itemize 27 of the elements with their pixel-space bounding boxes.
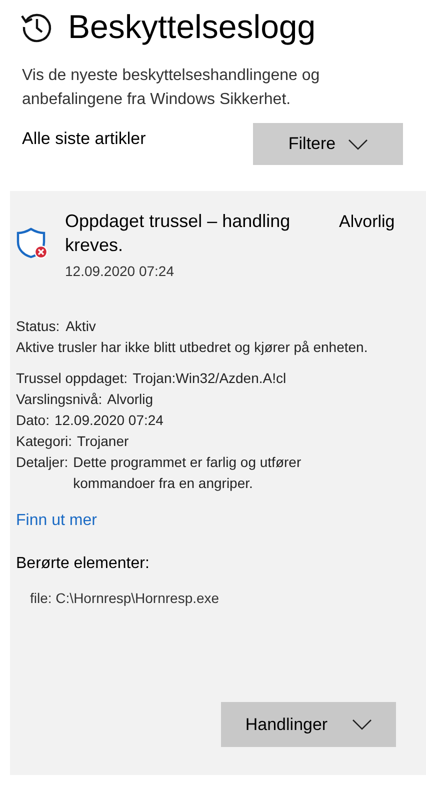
status-note: Aktive trusler har ikke blitt utbedret og kjører på enheten. [16,338,369,357]
page-description: Vis de nyeste beskyttelseshandlingene og anbefalingene fra Windows Sikkerhet. [22,66,321,110]
field-label: Varslingsnivå: [16,390,102,409]
shield-error-icon [16,227,48,259]
field-label: Dato: [16,411,50,430]
field-value: Dette programmet er farlig og utfører kommandoer fra en angriper. [73,453,302,493]
field-label: Detaljer: [16,453,68,472]
field-label: Kategori: [16,432,72,451]
filter-label: Alle siste artikler [22,128,147,150]
status-label: Status: [16,317,60,336]
chevron-down-icon [348,138,368,150]
field-value: Alvorlig [107,390,154,409]
field-value: Trojan:Win32/Azden.A!cl [132,369,288,388]
threat-title: Oppdaget trussel – handling kreves. [65,210,292,257]
learn-more-link[interactable]: Finn ut mer [16,510,97,531]
field-label: Trussel oppdaget: [16,369,128,388]
field-value: 12.09.2020 07:24 [54,411,164,430]
actions-button[interactable]: Handlinger [221,702,396,747]
severity-label: Alvorlig [339,211,395,233]
affected-file: file: C:\Hornresp\Hornresp.exe [30,589,220,608]
field-value: Trojaner [77,432,130,451]
page-title: Beskyttelseslogg [68,10,316,43]
filter-button[interactable]: Filtere [253,123,403,165]
status-value: Aktiv [66,317,96,336]
threat-date: 12.09.2020 07:24 [65,262,175,281]
affected-heading: Berørte elementer: [16,554,150,574]
chevron-down-icon [352,719,372,730]
